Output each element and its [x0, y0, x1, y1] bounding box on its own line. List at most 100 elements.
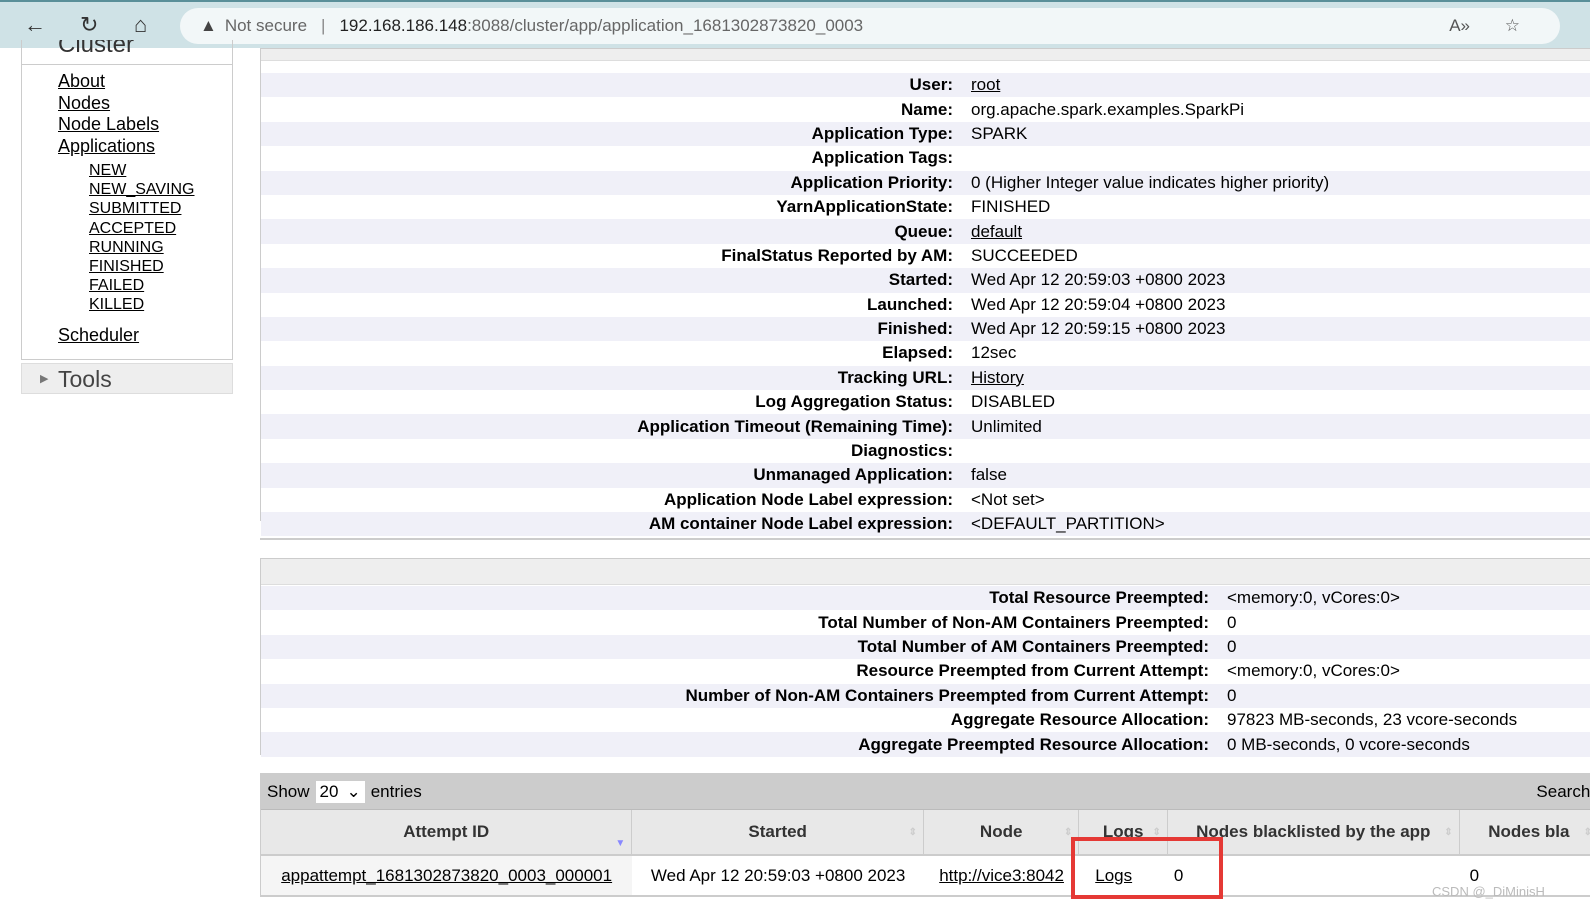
state-killed[interactable]: KILLED: [89, 295, 232, 314]
info-value: Wed Apr 12 20:59:15 +0800 2023: [971, 319, 1226, 339]
info-label: Finished:: [877, 319, 953, 339]
info-row: User: root: [261, 73, 1590, 98]
info-label: Name:: [901, 99, 953, 119]
divider: [260, 538, 1590, 540]
show-label: Show: [267, 781, 310, 801]
overview-header: [261, 49, 1590, 61]
info-row: Number of Non-AM Containers Preempted fr…: [261, 683, 1590, 708]
info-link[interactable]: default: [971, 222, 1022, 242]
info-row: YarnApplicationState: FINISHED: [261, 195, 1590, 219]
preemption-header: [261, 559, 1590, 585]
info-row: Application Type: SPARK: [261, 121, 1590, 147]
info-value: 0: [1227, 685, 1237, 705]
cell-link[interactable]: http://vice3:8042: [939, 866, 1064, 885]
sidebar: Cluster About Nodes Node Labels Applicat…: [21, 40, 233, 360]
column-header[interactable]: Nodes bla ⇕: [1460, 810, 1590, 854]
chevron-down-icon: ⌄: [346, 781, 361, 801]
column-header[interactable]: Attempt ID ▼: [261, 810, 633, 854]
security-label: Not secure: [224, 16, 308, 35]
info-label: Number of Non-AM Containers Preempted fr…: [685, 685, 1209, 705]
info-row: Started: Wed Apr 12 20:59:03 +0800 2023: [261, 268, 1590, 293]
info-value: 0 (Higher Integer value indicates higher…: [971, 172, 1330, 192]
info-label: Resource Preempted from Current Attempt:: [856, 661, 1209, 681]
info-value: DISABLED: [971, 392, 1056, 412]
state-new[interactable]: NEW: [89, 161, 232, 180]
expand-icon: ▶: [40, 373, 49, 385]
info-label: Log Aggregation Status:: [755, 392, 953, 412]
info-value: <memory:0, vCores:0>: [1227, 661, 1400, 681]
info-link[interactable]: History: [971, 368, 1024, 388]
sort-icon: ⇕: [1583, 826, 1590, 838]
info-label: Application Priority:: [790, 172, 953, 192]
favorite-icon[interactable]: ☆: [1505, 16, 1520, 36]
info-label: Total Number of AM Containers Preempted:: [857, 636, 1209, 656]
info-row: Total Number of AM Containers Preempted:…: [261, 634, 1590, 660]
info-row: Application Timeout (Remaining Time): Unl…: [261, 414, 1590, 439]
info-value: 12sec: [971, 343, 1017, 363]
info-value: false: [971, 465, 1007, 485]
state-failed[interactable]: FAILED: [89, 276, 232, 295]
column-header[interactable]: Started ⇕: [632, 810, 925, 854]
attempts-table: Show 20 ⌄ entries Search: Attempt ID ▼ Star…: [260, 773, 1590, 897]
column-label: Attempt ID: [403, 822, 490, 841]
preemption-info: Total Resource Preempted: <memory:0, vCor…: [260, 558, 1590, 757]
info-label: FinalStatus Reported by AM:: [721, 245, 953, 265]
tools-label: Tools: [58, 366, 112, 392]
info-label: Unmanaged Application:: [753, 465, 953, 485]
info-value: Wed Apr 12 20:59:04 +0800 2023: [971, 294, 1226, 314]
sidebar-item-node-labels[interactable]: Node Labels: [58, 114, 232, 136]
highlight-box: [1071, 837, 1223, 899]
sidebar-item-about[interactable]: About: [58, 71, 232, 93]
info-row: Elapsed: 12sec: [261, 341, 1590, 365]
info-value: SPARK: [971, 123, 1028, 143]
state-accepted[interactable]: ACCEPTED: [89, 219, 232, 238]
info-value: 0: [1227, 636, 1237, 656]
info-label: Application Type:: [811, 123, 953, 143]
sidebar-item-applications[interactable]: Applications: [58, 136, 232, 158]
info-label: Queue:: [894, 221, 953, 241]
sort-desc-icon: ▼: [615, 838, 626, 849]
read-aloud-icon[interactable]: A»: [1449, 16, 1470, 36]
info-label: YarnApplicationState:: [776, 197, 953, 217]
info-label: Aggregate Preempted Resource Allocation:: [858, 734, 1209, 754]
state-submitted[interactable]: SUBMITTED: [89, 199, 232, 218]
info-link[interactable]: root: [971, 75, 1000, 95]
url-path: :8088/cluster/app/application_1681302873…: [467, 16, 864, 35]
sidebar-item-scheduler[interactable]: Scheduler: [58, 325, 232, 347]
back-icon[interactable]: ←: [24, 12, 46, 38]
app-overview: User: root Name: org.apache.spark.examples.…: [260, 48, 1590, 537]
cell-link[interactable]: appattempt_1681302873820_0003_000001: [281, 866, 612, 885]
reload-icon[interactable]: ↻: [80, 12, 98, 38]
info-value: <DEFAULT_PARTITION>: [971, 514, 1165, 534]
sort-icon: ⇕: [1063, 826, 1073, 838]
state-running[interactable]: RUNNING: [89, 238, 232, 257]
entries-select[interactable]: 20 ⌄: [315, 780, 365, 803]
info-row: FinalStatus Reported by AM: SUCCEEDED: [261, 244, 1590, 268]
info-label: Launched:: [867, 294, 953, 314]
info-row: Log Aggregation Status: DISABLED: [261, 390, 1590, 414]
address-bar[interactable]: ▲ Not secure | 192.168.186.148:8088/clus…: [180, 8, 1560, 44]
column-label: Node: [979, 822, 1023, 841]
info-label: User:: [909, 75, 953, 95]
home-icon[interactable]: ⌂: [134, 12, 147, 38]
info-value: FINISHED: [971, 197, 1051, 217]
info-row: Aggregate Preempted Resource Allocation:…: [261, 732, 1590, 757]
sort-icon: ⇕: [908, 826, 918, 838]
info-value: <memory:0, vCores:0>: [1227, 588, 1400, 608]
info-label: Tracking URL:: [837, 367, 953, 387]
state-finished[interactable]: FINISHED: [89, 257, 232, 276]
info-label: Total Number of Non-AM Containers Preemp…: [818, 612, 1209, 632]
info-value: SUCCEEDED: [971, 245, 1078, 265]
cluster-header[interactable]: Cluster: [22, 40, 232, 65]
tools-header[interactable]: ▶ Tools: [21, 363, 233, 394]
info-row: Application Node Label expression: <Not s…: [261, 488, 1590, 512]
sidebar-item-nodes[interactable]: Nodes: [58, 93, 232, 115]
info-row: Total Number of Non-AM Containers Preemp…: [261, 610, 1590, 634]
search-label: Search:: [1536, 781, 1590, 801]
column-label: Started: [748, 822, 807, 841]
state-new-saving[interactable]: NEW_SAVING: [89, 180, 232, 199]
info-row: Application Tags:: [261, 146, 1590, 170]
column-header[interactable]: Node ⇕: [924, 810, 1080, 854]
info-row: Diagnostics:: [261, 439, 1590, 463]
info-row: Name: org.apache.spark.examples.SparkPi: [261, 97, 1590, 121]
